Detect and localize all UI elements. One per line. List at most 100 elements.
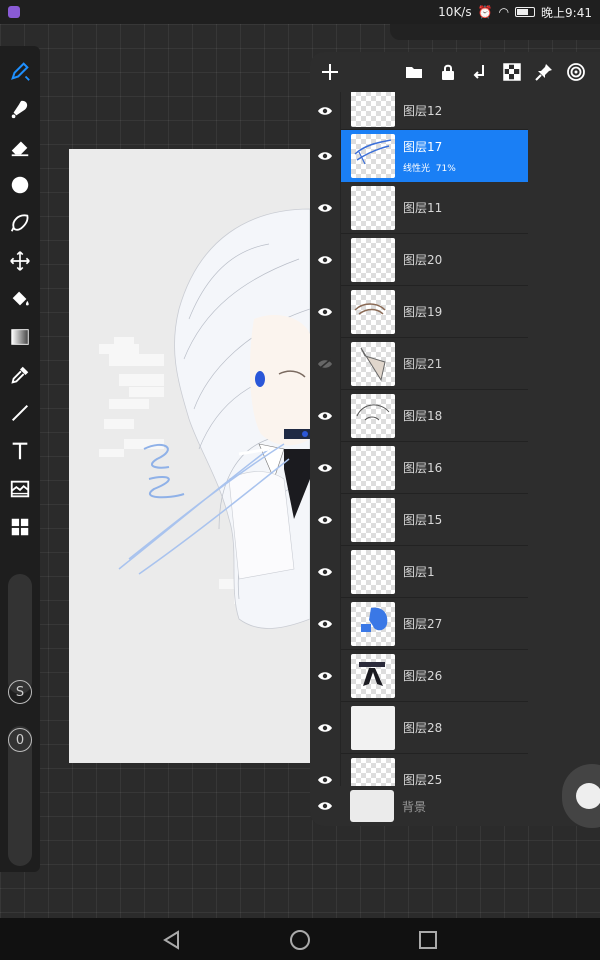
layer-name: 图层19	[403, 305, 443, 319]
eye-icon[interactable]	[310, 285, 340, 338]
opacity-label: 0	[8, 728, 32, 752]
layer-name: 图层28	[403, 721, 443, 735]
brush-icon[interactable]	[5, 56, 35, 86]
image-adjust-icon[interactable]	[5, 474, 35, 504]
layer-name: 图层15	[403, 513, 443, 527]
line-icon[interactable]	[5, 398, 35, 428]
layer-name: 图层16	[403, 461, 443, 475]
eye-icon[interactable]	[310, 493, 340, 546]
layer-row[interactable]: 图层16	[310, 441, 528, 494]
layer-name: 图层17	[403, 139, 443, 154]
layer-thumbnail	[351, 601, 395, 646]
layer-blend-info: 线性光 71%	[403, 161, 456, 174]
lock-icon[interactable]	[436, 60, 460, 84]
eye-icon[interactable]	[310, 181, 340, 234]
layers-panel: 图层12 图层17 线性光 71% 图层11 图层20 图层19 图层21 图层…	[310, 52, 600, 826]
transparency-lock-icon[interactable]	[500, 60, 524, 84]
layer-row[interactable]: 图层20	[310, 233, 528, 286]
eye-icon[interactable]	[310, 233, 340, 286]
clock: 晚上9:41	[541, 5, 592, 20]
layer-name: 图层21	[403, 357, 443, 371]
eye-icon[interactable]	[310, 92, 340, 130]
layer-row[interactable]: 图层18	[310, 389, 528, 442]
drawing-canvas[interactable]	[69, 149, 310, 763]
layer-thumbnail	[351, 92, 395, 127]
status-bar: 10K/s ⏰ ◠ 晚上9:41	[0, 0, 600, 24]
layer-thumbnail	[351, 185, 395, 230]
system-nav-bar	[0, 918, 600, 960]
layer-row[interactable]: 图层25	[310, 753, 528, 786]
top-mini-toolbar	[390, 24, 600, 40]
spiral-icon[interactable]	[564, 60, 588, 84]
recents-icon[interactable]	[416, 928, 440, 952]
eye-hidden-icon[interactable]	[310, 337, 340, 390]
brush-size-slider[interactable]	[8, 574, 32, 694]
layer-thumbnail	[351, 341, 395, 386]
eye-icon[interactable]	[310, 129, 340, 182]
layer-row-selected[interactable]: 图层17 线性光 71%	[310, 129, 528, 182]
layer-thumbnail	[351, 133, 395, 178]
folder-icon[interactable]	[402, 60, 426, 84]
layer-name: 图层18	[403, 409, 443, 423]
layer-thumbnail	[351, 393, 395, 438]
layer-thumbnail	[351, 757, 395, 786]
layer-row[interactable]: 图层21	[310, 337, 528, 390]
layer-name: 图层25	[403, 773, 443, 786]
layers-toolbar	[310, 52, 600, 92]
background-thumbnail	[350, 790, 394, 822]
text-icon[interactable]	[5, 436, 35, 466]
layer-row[interactable]: 图层1	[310, 545, 528, 598]
grid-icon[interactable]	[5, 512, 35, 542]
wifi-icon: ◠	[498, 5, 510, 19]
network-speed: 10K/s	[438, 5, 472, 19]
layer-name: 图层20	[403, 253, 443, 267]
layer-row[interactable]: 图层12	[310, 92, 528, 130]
eye-icon[interactable]	[310, 786, 340, 826]
layer-thumbnail	[351, 497, 395, 542]
smudge-icon[interactable]	[5, 94, 35, 124]
layer-name: 图层11	[403, 201, 443, 215]
circle-brush-icon[interactable]	[5, 170, 35, 200]
eye-icon[interactable]	[310, 389, 340, 442]
eyedropper-icon[interactable]	[5, 360, 35, 390]
lasso-icon[interactable]	[5, 208, 35, 238]
eye-icon[interactable]	[310, 701, 340, 754]
transform-icon[interactable]	[5, 246, 35, 276]
pin-icon[interactable]	[532, 60, 556, 84]
battery-icon	[515, 7, 536, 17]
gradient-icon[interactable]	[5, 322, 35, 352]
eye-icon[interactable]	[310, 753, 340, 786]
back-icon[interactable]	[160, 928, 184, 952]
blend-mode: 线性光	[403, 163, 431, 174]
eraser-icon[interactable]	[5, 132, 35, 162]
quick-button-knob	[576, 783, 600, 809]
layer-thumbnail	[351, 653, 395, 698]
eye-icon[interactable]	[310, 597, 340, 650]
merge-down-icon[interactable]	[468, 60, 492, 84]
layer-name: 图层1	[403, 565, 435, 579]
layer-thumbnail	[351, 705, 395, 750]
eye-icon[interactable]	[310, 545, 340, 598]
eye-icon[interactable]	[310, 649, 340, 702]
layer-row[interactable]: 图层11	[310, 181, 528, 234]
home-icon[interactable]	[288, 928, 312, 952]
layer-thumbnail	[351, 237, 395, 282]
layer-row[interactable]: 图层19	[310, 285, 528, 338]
layer-name: 图层27	[403, 617, 443, 631]
layer-row[interactable]: 图层15	[310, 493, 528, 546]
add-layer-icon[interactable]	[318, 60, 342, 84]
size-label: S	[8, 680, 32, 704]
layer-row[interactable]: 图层27	[310, 597, 528, 650]
layer-thumbnail	[351, 289, 395, 334]
layer-row[interactable]: 图层26	[310, 649, 528, 702]
layer-list: 图层12 图层17 线性光 71% 图层11 图层20 图层19 图层21 图层…	[310, 92, 528, 786]
eye-icon[interactable]	[310, 441, 340, 494]
layer-thumbnail	[351, 445, 395, 490]
fill-bucket-icon[interactable]	[5, 284, 35, 314]
layer-thumbnail	[351, 549, 395, 594]
background-layer-name: 背景	[402, 799, 427, 814]
layer-name: 图层26	[403, 669, 443, 683]
app-notification-icon	[8, 6, 20, 18]
layer-row[interactable]: 图层28	[310, 701, 528, 754]
background-layer-row[interactable]: 背景	[310, 786, 600, 826]
